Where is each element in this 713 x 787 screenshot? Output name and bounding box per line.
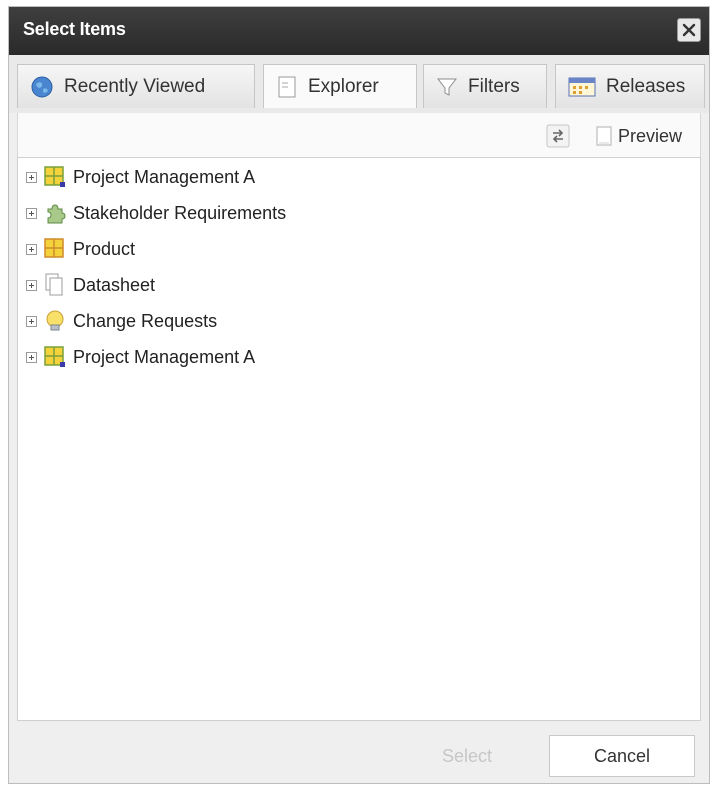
lightbulb-icon	[43, 309, 67, 333]
tree-item-project-management-a[interactable]: Project Management A	[26, 162, 255, 192]
tab-label: Explorer	[308, 75, 379, 97]
explorer-tree: Project Management A Stakeholder Require…	[17, 157, 701, 721]
close-button[interactable]	[677, 18, 701, 42]
tab-filters[interactable]: Filters	[423, 64, 547, 108]
tab-label: Filters	[468, 75, 520, 97]
tree-item-label: Product	[73, 238, 136, 259]
tree-toolbar: Preview	[17, 113, 701, 157]
select-items-dialog: Select Items Recently Viewed Explorer Fi…	[8, 6, 710, 784]
cancel-button[interactable]: Cancel	[549, 735, 695, 777]
dialog-title: Select Items	[23, 19, 126, 39]
tab-label: Recently Viewed	[64, 75, 206, 97]
calendar-icon	[568, 76, 596, 98]
tree-item-label: Change Requests	[73, 310, 218, 331]
tree-item-label: Project Management A	[73, 346, 256, 367]
tab-recently-viewed[interactable]: Recently Viewed	[17, 64, 255, 108]
grid-icon	[43, 345, 67, 369]
preview-icon	[596, 126, 612, 146]
tab-releases[interactable]: Releases	[555, 64, 705, 108]
funnel-icon	[436, 75, 458, 99]
tree-item-change-requests[interactable]: Change Requests	[26, 306, 217, 336]
puzzle-icon	[43, 201, 67, 225]
preview-button[interactable]: Preview	[594, 122, 682, 150]
pages-icon	[43, 273, 67, 297]
expand-icon[interactable]	[26, 243, 37, 255]
sync-icon	[546, 124, 570, 148]
expand-icon[interactable]	[26, 351, 37, 363]
tree-item-product[interactable]: Product	[26, 234, 135, 264]
globe-icon	[30, 75, 54, 99]
dialog-footer: Select Cancel	[9, 719, 709, 783]
dialog-titlebar[interactable]: Select Items	[9, 7, 709, 55]
grid-icon	[43, 165, 67, 189]
select-label: Select	[441, 745, 493, 766]
grid-icon	[43, 237, 67, 261]
tree-item-project-management-a-2[interactable]: Project Management A	[26, 342, 255, 372]
close-icon	[682, 23, 696, 37]
tab-bar: Recently Viewed Explorer Filters Release…	[9, 55, 709, 113]
tab-explorer[interactable]: Explorer	[263, 64, 417, 108]
expand-icon[interactable]	[26, 171, 37, 183]
expand-icon[interactable]	[26, 315, 37, 327]
tree-item-label: Stakeholder Requirements	[73, 202, 287, 223]
tab-label: Releases	[606, 75, 686, 97]
tree-item-datasheet[interactable]: Datasheet	[26, 270, 155, 300]
document-icon	[276, 75, 298, 99]
tree-item-label: Datasheet	[73, 274, 156, 295]
sync-button[interactable]	[546, 122, 570, 150]
tree-item-stakeholder-requirements[interactable]: Stakeholder Requirements	[26, 198, 286, 228]
cancel-label: Cancel	[593, 745, 651, 766]
select-button[interactable]: Select	[421, 735, 513, 777]
expand-icon[interactable]	[26, 207, 37, 219]
expand-icon[interactable]	[26, 279, 37, 291]
tree-item-label: Project Management A	[73, 166, 256, 187]
preview-label: Preview	[618, 125, 683, 146]
